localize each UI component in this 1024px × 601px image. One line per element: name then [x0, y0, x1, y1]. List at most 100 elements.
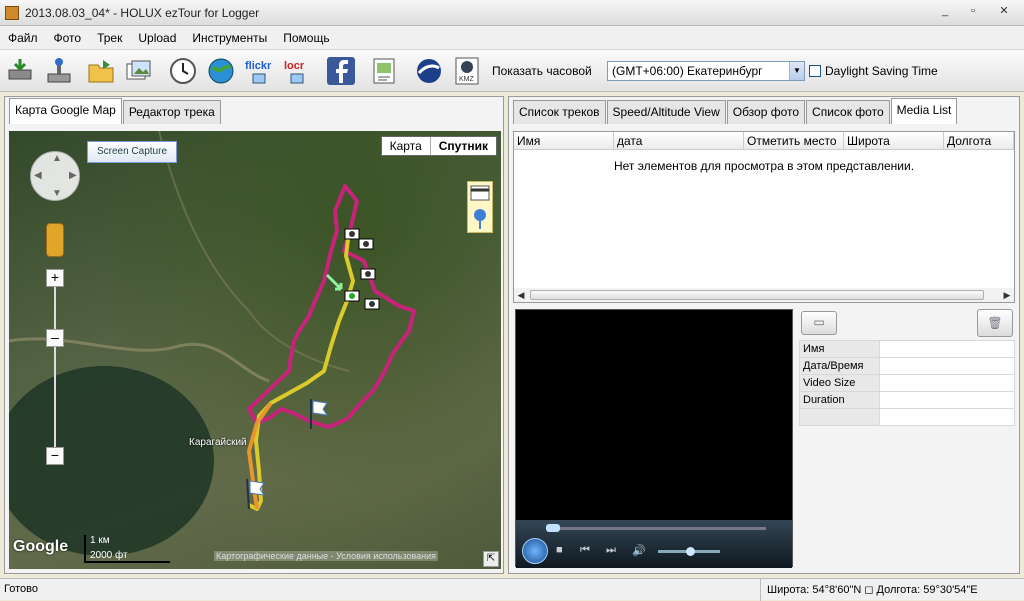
clock-icon	[170, 58, 196, 84]
prop-video-size: Video Size	[799, 374, 880, 392]
menu-track[interactable]: Трек	[89, 26, 130, 50]
title-bar: 2013.08.03_04* - HOLUX ezTour for Logger…	[0, 0, 1024, 26]
play-button[interactable]	[522, 538, 548, 564]
satellite-map[interactable]: ▲ ▼ ◀ ▶ + – − Screen Capture Карта Спутник …	[9, 131, 501, 569]
locr-upload-button[interactable]: locr	[280, 54, 314, 88]
column-latitude[interactable]: Широта	[844, 132, 944, 150]
media-list-view[interactable]: Имя дата Отметить место Широта Долгота Н…	[513, 131, 1015, 303]
zoom-in-button[interactable]: +	[46, 269, 64, 287]
daylight-saving-checkbox[interactable]	[809, 65, 821, 77]
media-properties: Имя Дата/Время Video Size Duration	[799, 340, 1015, 426]
menu-bar: Файл Фото Трек Upload Инструменты Помощь	[0, 26, 1024, 50]
folder-icon	[88, 60, 114, 83]
delete-button[interactable]: 🗑	[977, 309, 1013, 337]
zoom-slider-track[interactable]	[54, 286, 56, 448]
window-title: 2013.08.03_04* - HOLUX ezTour for Logger	[25, 5, 260, 20]
video-seek-bar[interactable]	[546, 524, 766, 532]
photo-marker	[358, 238, 374, 250]
column-longitude[interactable]: Долгота	[944, 132, 1014, 150]
tab-track-list[interactable]: Список треков	[513, 100, 606, 124]
svg-text:KMZ: KMZ	[459, 76, 475, 83]
photo-marker	[344, 290, 360, 302]
prop-value	[879, 374, 1015, 392]
map-type-switch: Карта Спутник	[380, 136, 497, 156]
menu-tools[interactable]: Инструменты	[184, 26, 275, 50]
prop-datetime: Дата/Время	[799, 357, 880, 375]
facebook-upload-button[interactable]	[324, 54, 358, 88]
photo-import-button[interactable]	[122, 54, 156, 88]
geotag-button[interactable]	[204, 54, 238, 88]
prop-empty	[799, 408, 880, 426]
menu-photo[interactable]: Фото	[46, 26, 90, 50]
track-yellow	[248, 230, 355, 511]
volume-knob[interactable]	[686, 547, 695, 556]
scroll-right-icon[interactable]: ▶	[1000, 288, 1014, 302]
timezone-select[interactable]: (GMT+06:00) Екатеринбург ▼	[607, 61, 805, 81]
tab-track-editor[interactable]: Редактор трека	[122, 100, 221, 124]
media-panel: Список треков Speed/Altitude View Обзор …	[508, 96, 1020, 574]
google-earth-icon	[417, 59, 441, 83]
scrollbar-thumb[interactable]	[530, 290, 984, 300]
monitor-button[interactable]: ▭	[801, 311, 837, 335]
time-sync-button[interactable]	[166, 54, 200, 88]
next-icon[interactable]: ⏭	[606, 544, 616, 557]
svg-text:locr: locr	[284, 60, 305, 72]
resize-corner-icon[interactable]: ⇱	[483, 551, 499, 567]
maximize-button[interactable]: ▫	[962, 4, 984, 20]
street-view-pegman-icon[interactable]	[46, 223, 64, 257]
tab-media-list[interactable]: Media List	[890, 98, 958, 124]
prop-name: Имя	[799, 340, 880, 358]
import-device-button[interactable]	[4, 54, 38, 88]
zoom-slider-handle[interactable]: –	[46, 329, 64, 347]
trash-icon: 🗑	[987, 316, 1003, 330]
tab-speed-altitude[interactable]: Speed/Altitude View	[606, 100, 726, 124]
flickr-upload-button[interactable]: flickr	[242, 54, 276, 88]
pan-control[interactable]: ▲ ▼ ◀ ▶	[30, 151, 80, 201]
volume-icon[interactable]: 🔊	[632, 544, 646, 557]
prop-value	[879, 357, 1015, 375]
timezone-label: Показать часовой	[492, 64, 592, 78]
map-side-tools	[467, 181, 493, 233]
minimize-button[interactable]: _	[934, 4, 956, 20]
menu-file[interactable]: Файл	[0, 26, 46, 50]
column-date[interactable]: дата	[614, 132, 744, 150]
map-type-map-button[interactable]: Карта	[381, 137, 430, 155]
device-settings-button[interactable]	[42, 54, 76, 88]
video-controls: ■ ⏮ ⏭ 🔊	[516, 520, 792, 568]
lake	[9, 366, 214, 556]
map-attribution[interactable]: Картографические данные - Условия исполь…	[214, 551, 439, 561]
screen-capture-button[interactable]: Screen Capture	[87, 141, 177, 163]
prop-value	[879, 391, 1015, 409]
facebook-icon	[327, 57, 355, 85]
timezone-value: (GMT+06:00) Екатеринбург	[612, 64, 763, 78]
volume-slider[interactable]	[658, 547, 720, 556]
menu-help[interactable]: Помощь	[275, 26, 337, 50]
video-player[interactable]: ■ ⏮ ⏭ 🔊	[515, 309, 793, 568]
flickr-icon: flickr	[245, 60, 272, 84]
previous-icon[interactable]: ⏮	[580, 544, 590, 557]
scroll-left-icon[interactable]: ◀	[514, 288, 528, 302]
clapper-icon[interactable]	[468, 182, 492, 232]
tab-google-map[interactable]: Карта Google Map	[9, 98, 122, 124]
zoom-out-button[interactable]: −	[46, 447, 64, 465]
tab-photo-overview[interactable]: Обзор фото	[726, 100, 806, 124]
tab-photo-list[interactable]: Список фото	[806, 100, 890, 124]
locr-icon: locr	[284, 60, 305, 84]
export-kmz-button[interactable]: KMZ	[450, 54, 484, 88]
seek-knob[interactable]	[546, 524, 560, 532]
map-panel: Карта Google Map Редактор трека ▲ ▼ ◀ ▶ + –…	[4, 96, 504, 574]
close-button[interactable]: ✕	[990, 4, 1018, 20]
kmz-icon: KMZ	[455, 57, 479, 85]
export-html-button[interactable]	[368, 54, 402, 88]
scale-km: 1 км	[90, 535, 110, 546]
photos-icon	[126, 60, 151, 80]
map-type-satellite-button[interactable]: Спутник	[429, 137, 496, 155]
horizontal-scrollbar[interactable]: ◀ ▶	[514, 288, 1014, 302]
column-name[interactable]: Имя	[514, 132, 614, 150]
google-earth-button[interactable]	[412, 54, 446, 88]
stop-icon[interactable]: ■	[556, 544, 563, 556]
menu-upload[interactable]: Upload	[130, 26, 184, 50]
open-folder-button[interactable]	[84, 54, 118, 88]
chevron-down-icon[interactable]: ▼	[789, 62, 804, 80]
column-place[interactable]: Отметить место	[744, 132, 844, 150]
